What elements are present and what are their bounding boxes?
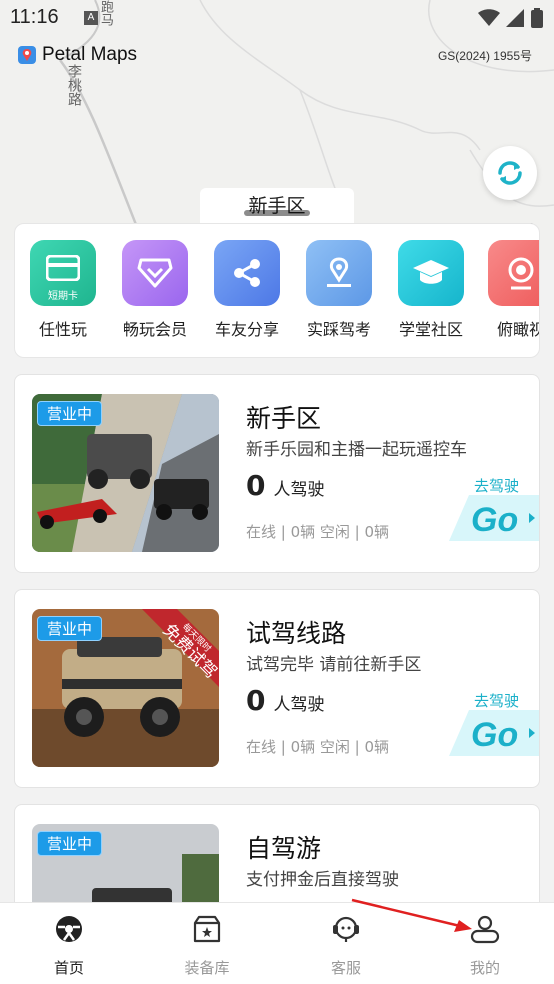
shortcut-item-academy[interactable]: 学堂社区: [391, 240, 471, 340]
camera-icon: [488, 240, 539, 306]
go-drive-button[interactable]: Go: [445, 493, 540, 543]
driver-count: 0 人驾驶: [246, 684, 324, 717]
venue-card[interactable]: 营业中 新手区 新手乐园和主播一起玩遥控车 0 人驾驶 在线 | 0辆 空闲 |…: [14, 374, 540, 573]
venue-title: 新手区: [246, 404, 322, 433]
status-badge: 营业中: [37, 401, 103, 426]
go-text: Go: [471, 501, 518, 539]
driver-count: 0 人驾驶: [246, 469, 324, 502]
venue-card[interactable]: 每天限时 免费试驾 营业中 试驾线路 试驾完毕 请前往新手区 0 人驾驶 在线 …: [14, 589, 540, 788]
map-area-tag[interactable]: 新手区: [200, 188, 354, 224]
shortcut-label: 任性玩: [38, 320, 87, 339]
equipment-box-icon: [191, 913, 223, 945]
venue-description: 支付押金后直接驾驶: [246, 870, 399, 890]
shortcut-item-changwan-member[interactable]: 畅玩会员: [115, 240, 195, 340]
status-badge: 营业中: [37, 831, 103, 856]
status-icons: [478, 8, 544, 28]
shortcut-label: 车友分享: [214, 320, 279, 339]
refresh-button[interactable]: [483, 146, 537, 200]
signal-icon: [506, 9, 524, 27]
venue-title: 试驾线路: [246, 619, 347, 648]
map-road-label-top: 跑马: [98, 0, 113, 26]
driver-count-number: 0: [246, 684, 266, 717]
petal-maps-logo-icon: [18, 46, 36, 64]
status-badge: 营业中: [37, 616, 103, 641]
venue-title: 自驾游: [246, 834, 322, 863]
driver-count-label: 人驾驶: [273, 480, 325, 500]
share-icon: [214, 240, 280, 306]
home-wheel-icon: [53, 913, 85, 945]
battery-icon: [531, 8, 543, 28]
diamond-icon: [122, 240, 188, 306]
shortcut-badge: 短期卡: [48, 291, 78, 302]
venue-description: 新手乐园和主播一起玩遥控车: [246, 440, 467, 460]
shortcut-item-share[interactable]: 车友分享: [207, 240, 287, 340]
refresh-icon: [498, 161, 522, 185]
tab-label: 首页: [53, 959, 84, 977]
shortcut-label: 俯瞰视: [496, 320, 539, 339]
go-text: Go: [471, 716, 518, 754]
annotation-arrow-icon: [351, 898, 472, 932]
map-road-label: 李桃路: [66, 64, 82, 106]
vehicle-stats: 在线 | 0辆 空闲 | 0辆: [246, 523, 390, 541]
shortcut-item-overview[interactable]: 俯瞰视: [481, 240, 539, 340]
pin-icon: [306, 240, 372, 306]
tab-home[interactable]: 首页: [24, 913, 114, 978]
tab-equipment[interactable]: 装备库: [162, 913, 252, 978]
tab-label: 客服: [330, 959, 361, 977]
driver-count-label: 人驾驶: [273, 695, 325, 715]
shortcut-item-renxingwan[interactable]: 短期卡 任性玩: [23, 240, 103, 340]
status-time: 11:16: [10, 6, 59, 28]
driver-count-number: 0: [246, 469, 266, 502]
vehicle-stats: 在线 | 0辆 空闲 | 0辆: [246, 738, 390, 756]
map-brand: Petal Maps: [18, 44, 137, 66]
map-brand-name: Petal Maps: [42, 44, 138, 65]
status-bar: 11:16 A: [0, 0, 554, 36]
shortcut-label: 学堂社区: [398, 320, 463, 339]
go-drive-button[interactable]: Go: [445, 708, 540, 758]
venue-image[interactable]: 每天限时 免费试驾 营业中: [32, 609, 219, 767]
venue-description: 试驾完毕 请前往新手区: [246, 655, 422, 675]
shortcut-label: 实踩驾考: [306, 320, 371, 339]
shortcut-panel: 短期卡 任性玩 畅玩会员 车友分享 实踩驾考 学堂社区 俯瞰视: [14, 223, 540, 358]
shortcut-item-driving-test[interactable]: 实踩驾考: [299, 240, 379, 340]
venue-image[interactable]: 营业中: [32, 394, 219, 552]
tab-label: 装备库: [184, 959, 230, 977]
tab-label: 我的: [469, 959, 500, 977]
card-icon: 短期卡: [30, 240, 96, 306]
graduation-cap-icon: [398, 240, 464, 306]
map-license: GS(2024) 1955号: [437, 49, 532, 63]
shortcut-label: 畅玩会员: [122, 320, 187, 339]
wifi-icon: [478, 9, 500, 26]
